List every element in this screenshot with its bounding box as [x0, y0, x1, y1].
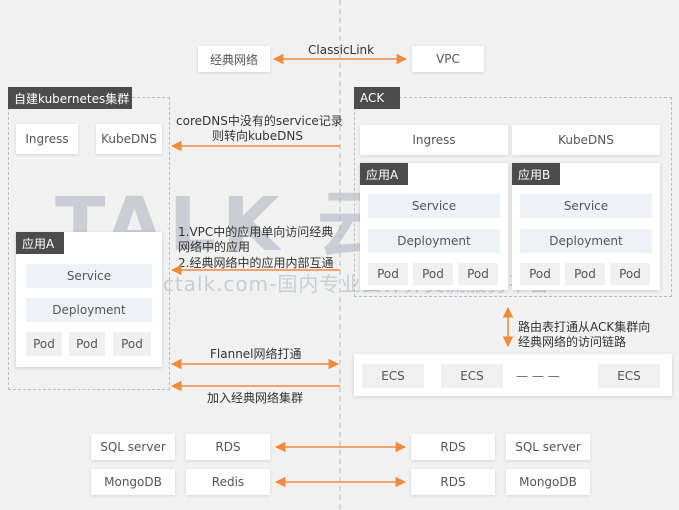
arrows-layer	[170, 53, 514, 488]
